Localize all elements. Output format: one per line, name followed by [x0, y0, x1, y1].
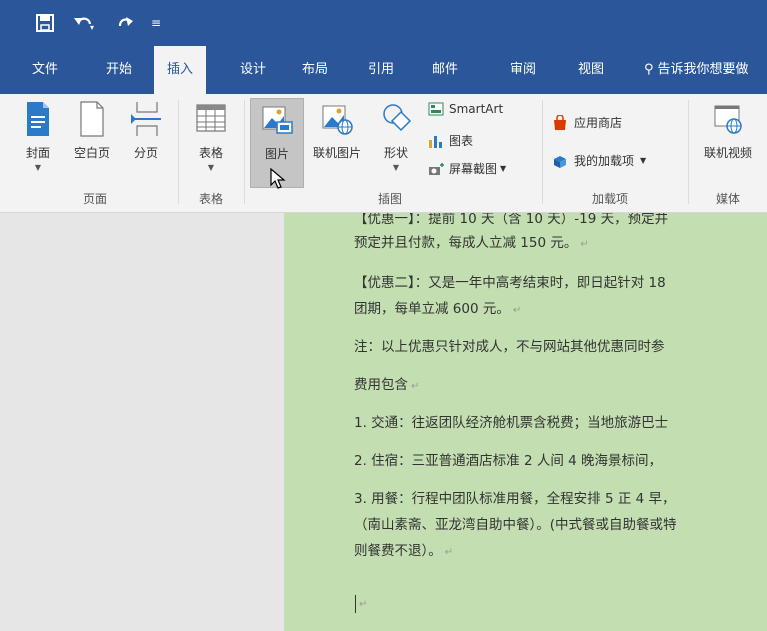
- smartart-label: SmartArt: [449, 102, 504, 116]
- my-addins-label: 我的加载项: [574, 154, 635, 168]
- screenshot-icon: [428, 162, 444, 176]
- online-video-button[interactable]: 联机视频: [696, 100, 760, 161]
- undo-icon[interactable]: ▾: [72, 12, 96, 34]
- page-break-icon: [129, 100, 163, 138]
- cover-page-icon: [21, 100, 55, 138]
- smartart-button[interactable]: SmartArt: [428, 102, 503, 116]
- chevron-down-icon: ▼: [392, 163, 400, 172]
- chevron-down-icon: ▼: [207, 163, 215, 172]
- paragraph-mark-icon: ↵: [411, 381, 420, 392]
- cover-page-label: 封面: [25, 146, 50, 160]
- online-picture-icon: [320, 100, 354, 138]
- cover-page-button[interactable]: 封面 ▼: [16, 100, 60, 172]
- ribbon-tabs: 文件 开始 插入 设计 布局 引用 邮件 审阅 视图 ⚲ 告诉我你想要做: [0, 46, 767, 94]
- paragraph-line: 1. 交通：往返团队经济舱机票含税费；当地旅游巴士: [354, 415, 669, 431]
- document-margin-area: [0, 213, 284, 631]
- store-icon: [552, 113, 568, 131]
- paragraph-line: 则餐费不退）。 ↵: [354, 539, 453, 565]
- group-label-pages: 页面: [82, 192, 107, 206]
- shapes-button[interactable]: 形状 ▼: [374, 100, 418, 172]
- group-separator: [542, 100, 543, 204]
- store-button[interactable]: 应用商店: [552, 113, 623, 131]
- shapes-label: 形状: [383, 146, 408, 160]
- screenshot-label: 屏幕截图: [449, 162, 498, 176]
- smartart-icon: [428, 102, 444, 116]
- blank-page-icon: [75, 100, 109, 138]
- my-addins-icon: [552, 153, 568, 169]
- tab-review[interactable]: 审阅: [498, 46, 548, 94]
- paragraph-line: 2. 住宿：三亚普通酒店标准 2 人间 4 晚海景标间，: [354, 453, 663, 469]
- tab-references[interactable]: 引用: [356, 46, 406, 94]
- svg-text:▾: ▾: [90, 23, 94, 32]
- chevron-down-icon: ▼: [34, 163, 42, 172]
- paragraph-text: 预定并且付款，每成人立减 150 元。: [354, 235, 578, 251]
- my-addins-button[interactable]: 我的加载项 ▼: [552, 152, 646, 169]
- group-label-addins: 加载项: [591, 192, 628, 206]
- paragraph-line: 团期，每单立减 600 元。 ↵: [354, 297, 521, 323]
- ribbon-insert: 封面 ▼ 空白页 分页 页面 表格 ▼ 表格 图片 联机图片 形状 ▼ Smar…: [0, 94, 767, 213]
- tab-home[interactable]: 开始: [94, 46, 144, 94]
- save-icon[interactable]: [34, 12, 56, 34]
- text-cursor: [355, 595, 356, 613]
- group-label-tables: 表格: [198, 192, 223, 206]
- mouse-cursor-icon: [270, 167, 286, 194]
- lightbulb-icon: ⚲: [644, 62, 654, 77]
- paragraph-text: 则餐费不退）。: [354, 543, 442, 559]
- paragraph-mark-icon: ↵: [444, 547, 454, 558]
- blank-page-button[interactable]: 空白页: [66, 100, 118, 161]
- tell-me-text: 告诉我你想要做: [657, 62, 749, 77]
- redo-icon[interactable]: [115, 12, 135, 34]
- document-page[interactable]: 【优惠一】：提前 10 天（含 10 天）-19 天，预定并 预定并且付款，每成…: [284, 213, 767, 631]
- tab-layout[interactable]: 布局: [290, 46, 340, 94]
- chart-icon: [428, 134, 444, 148]
- paragraph-text: 费用包含: [354, 377, 408, 393]
- paragraph-line: 注：以上优惠只针对成人，不与网站其他优惠同时参: [354, 339, 665, 355]
- group-separator: [178, 100, 179, 204]
- group-label-media: 媒体: [715, 192, 740, 206]
- tell-me-box[interactable]: ⚲ 告诉我你想要做: [644, 46, 767, 94]
- chart-button[interactable]: 图表: [428, 132, 473, 149]
- chart-label: 图表: [449, 134, 474, 148]
- store-label: 应用商店: [574, 116, 623, 130]
- paragraph-line: 预定并且付款，每成人立减 150 元。 ↵: [354, 231, 589, 257]
- tab-mailings[interactable]: 邮件: [420, 46, 470, 94]
- table-button[interactable]: 表格 ▼: [188, 100, 234, 172]
- table-icon: [194, 100, 228, 138]
- page-break-label: 分页: [133, 146, 158, 160]
- picture-icon: [260, 101, 294, 139]
- online-picture-label: 联机图片: [312, 146, 361, 160]
- online-video-label: 联机视频: [703, 146, 752, 160]
- table-label: 表格: [198, 146, 223, 160]
- tab-insert[interactable]: 插入: [154, 46, 206, 94]
- group-separator: [688, 100, 689, 204]
- customize-toolbar-icon[interactable]: ≡: [148, 12, 164, 34]
- online-video-icon: [711, 100, 745, 138]
- paragraph-line: 费用包含 ↵: [354, 373, 419, 399]
- group-separator: [244, 100, 245, 204]
- paragraph-mark-icon: ↵: [580, 239, 589, 250]
- paragraph-mark-icon: ↵: [359, 599, 368, 610]
- online-picture-button[interactable]: 联机图片: [306, 100, 368, 161]
- tab-file[interactable]: 文件: [20, 46, 70, 94]
- blank-page-label: 空白页: [73, 146, 110, 160]
- shapes-icon: [379, 100, 413, 138]
- chevron-down-icon: ▼: [500, 164, 507, 173]
- picture-label: 图片: [264, 147, 289, 161]
- screenshot-button[interactable]: 屏幕截图 ▼: [428, 160, 506, 177]
- tab-design[interactable]: 设计: [228, 46, 278, 94]
- paragraph-line: 3. 用餐：行程中团队标准用餐，全程安排 5 正 4 早，: [354, 491, 676, 507]
- page-break-button[interactable]: 分页: [124, 100, 168, 161]
- group-label-illustrations: 插图: [377, 192, 402, 206]
- paragraph-line: 【优惠二】：又是一年中高考结束时，即日起针对 18: [354, 275, 666, 291]
- paragraph-mark-icon: ↵: [512, 305, 522, 316]
- chevron-down-icon: ▼: [640, 156, 647, 165]
- tab-view[interactable]: 视图: [566, 46, 616, 94]
- paragraph-line: 【优惠一】：提前 10 天（含 10 天）-19 天，预定并: [354, 213, 669, 227]
- paragraph-text: 团期，每单立减 600 元。: [354, 301, 510, 317]
- paragraph-line: （南山素斋、亚龙湾自助中餐）。(中式餐或自助餐或特: [354, 517, 677, 533]
- title-bar: ▾ ≡: [0, 0, 767, 46]
